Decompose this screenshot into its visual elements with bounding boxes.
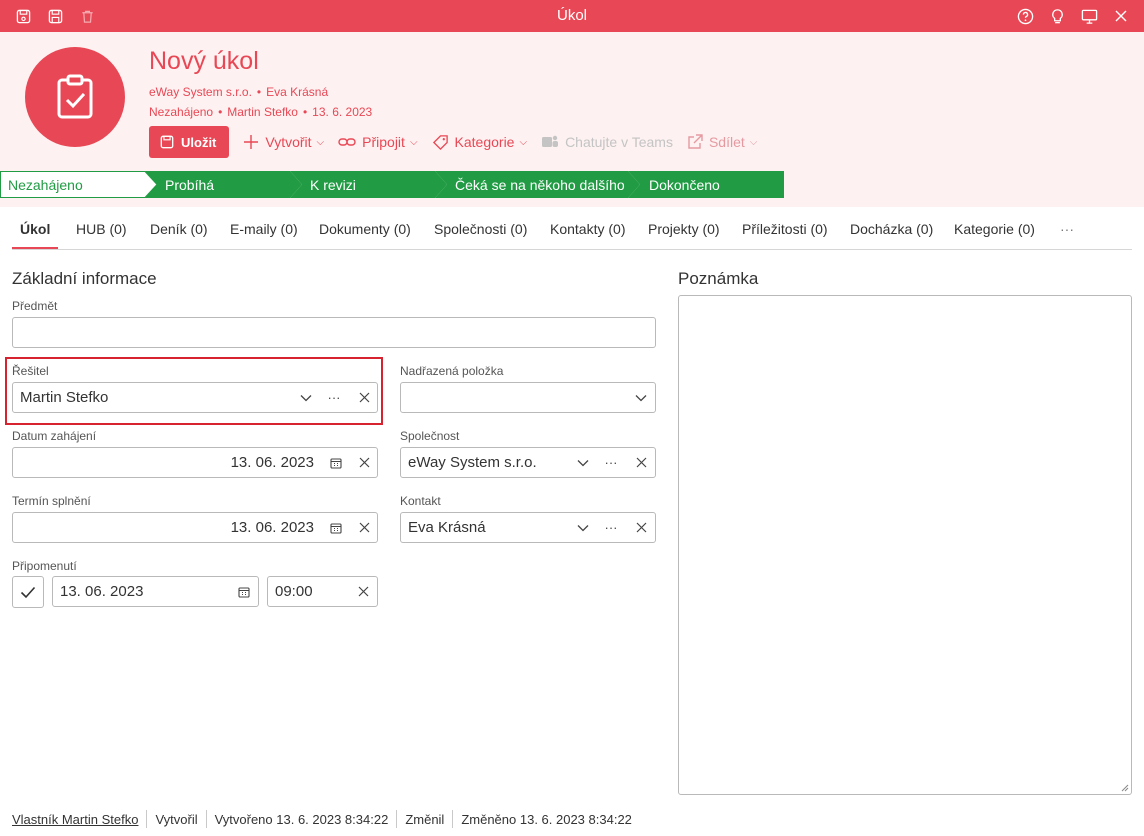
tab-contacts[interactable]: Kontakty (0) xyxy=(550,221,625,237)
parent-item-select[interactable] xyxy=(400,382,656,413)
tab-projects[interactable]: Projekty (0) xyxy=(648,221,720,237)
create-button[interactable]: Vytvořit ⌵ xyxy=(243,134,324,150)
clear-icon[interactable] xyxy=(354,513,374,542)
parent-item-label: Nadřazená položka xyxy=(400,364,504,378)
chevron-down-icon[interactable] xyxy=(573,513,593,542)
clear-icon[interactable] xyxy=(353,577,373,606)
check-icon xyxy=(20,586,36,598)
calendar-icon[interactable] xyxy=(326,448,346,477)
header-contact-link[interactable]: Eva Krásná xyxy=(266,85,328,99)
reminder-checkbox[interactable] xyxy=(12,576,44,608)
clipboard-check-icon xyxy=(25,47,125,147)
chevron-down-icon[interactable] xyxy=(296,383,316,412)
tab-more[interactable]: ··· xyxy=(1060,221,1074,237)
start-date-input[interactable]: 13. 06. 2023 xyxy=(12,447,378,478)
record-header: Nový úkol eWay System s.r.o. • Eva Krásná … xyxy=(0,32,1144,207)
contact-label: Kontakt xyxy=(400,494,441,508)
tab-journal[interactable]: Deník (0) xyxy=(150,221,208,237)
created-by: Vytvořil xyxy=(146,810,205,828)
start-date-label: Datum zahájení xyxy=(12,429,97,443)
teams-chat-button[interactable]: Chatujte v Teams xyxy=(541,134,673,150)
chevron-down-icon[interactable] xyxy=(631,383,651,412)
tab-companies[interactable]: Společnosti (0) xyxy=(434,221,527,237)
chevron-down-icon: ⌵ xyxy=(316,136,325,148)
stage-bar: Nezahájeno Probíhá K revizi Čeká se na n… xyxy=(0,171,784,198)
lightbulb-icon[interactable] xyxy=(1048,7,1066,25)
changed-at: Změněno 13. 6. 2023 8:34:22 xyxy=(452,810,640,828)
header-owner[interactable]: Martin Stefko xyxy=(227,105,298,119)
section-title-note: Poznámka xyxy=(678,269,759,288)
clear-icon[interactable] xyxy=(631,448,651,477)
record-footer: Vlastník Martin Stefko Vytvořil Vytvořen… xyxy=(12,810,640,828)
due-date-input[interactable]: 13. 06. 2023 xyxy=(12,512,378,543)
window-titlebar: Úkol xyxy=(0,0,1144,32)
header-meta-state: Nezahájeno • Martin Stefko • 13. 6. 2023 xyxy=(149,105,373,119)
tab-emails[interactable]: E-maily (0) xyxy=(230,221,298,237)
category-button[interactable]: Kategorie ⌵ xyxy=(432,134,528,151)
tag-icon xyxy=(432,134,448,150)
assignee-lookup[interactable]: Martin Stefko ··· xyxy=(12,382,378,413)
monitor-icon[interactable] xyxy=(1080,7,1098,25)
due-date-label: Termín splnění xyxy=(12,494,91,508)
reminder-label: Připomenutí xyxy=(12,559,77,573)
clear-icon[interactable] xyxy=(354,383,374,412)
teams-icon xyxy=(542,135,559,147)
owner-link[interactable]: Vlastník Martin Stefko xyxy=(12,810,146,828)
clear-icon[interactable] xyxy=(354,448,374,477)
header-company-link[interactable]: eWay System s.r.o. xyxy=(149,85,252,99)
created-at: Vytvořeno 13. 6. 2023 8:34:22 xyxy=(205,810,397,828)
tab-bar: Úkol HUB (0) Deník (0) E-maily (0) Dokum… xyxy=(0,207,1144,251)
company-lookup[interactable]: eWay System s.r.o. ··· xyxy=(400,447,656,478)
stage-review[interactable]: K revizi xyxy=(290,171,450,198)
header-state: Nezahájeno xyxy=(149,105,214,119)
tab-attendance[interactable]: Docházka (0) xyxy=(850,221,933,237)
calendar-icon[interactable] xyxy=(326,513,346,542)
action-toolbar: Uložit Vytvořit ⌵ Připojit ⌵ Kategorie ⌵ Ch… xyxy=(149,126,757,158)
plus-icon xyxy=(244,135,259,149)
chevron-down-icon: ⌵ xyxy=(749,136,758,148)
tab-hub[interactable]: HUB (0) xyxy=(76,221,127,237)
more-icon[interactable]: ··· xyxy=(324,383,344,412)
page-title: Nový úkol xyxy=(149,47,259,75)
header-meta-company: eWay System s.r.o. • Eva Krásná xyxy=(149,85,329,99)
resize-handle-icon xyxy=(1121,784,1129,792)
changed-by: Změnil xyxy=(396,810,452,828)
assignee-label: Řešitel xyxy=(12,364,49,378)
save-icon xyxy=(160,135,174,149)
chevron-down-icon: ⌵ xyxy=(409,136,418,148)
reminder-date-input[interactable]: 13. 06. 2023 xyxy=(52,576,259,607)
subject-input[interactable] xyxy=(12,317,656,348)
help-icon[interactable] xyxy=(1016,7,1034,25)
chevron-down-icon[interactable] xyxy=(573,448,593,477)
more-icon[interactable]: ··· xyxy=(601,513,621,542)
tab-divider xyxy=(12,249,1132,250)
share-icon xyxy=(688,134,703,149)
tab-opportunities[interactable]: Příležitosti (0) xyxy=(742,221,828,237)
tab-categories[interactable]: Kategorie (0) xyxy=(954,221,1035,237)
close-icon[interactable] xyxy=(1112,7,1130,25)
stage-completed[interactable]: Dokončeno xyxy=(628,171,784,198)
window-title: Úkol xyxy=(556,7,587,24)
header-date: 13. 6. 2023 xyxy=(312,105,373,119)
more-icon[interactable]: ··· xyxy=(601,448,621,477)
subject-label: Předmět xyxy=(12,299,58,313)
company-label: Společnost xyxy=(400,429,460,443)
attach-button[interactable]: Připojit ⌵ xyxy=(338,134,418,150)
section-title-basic-info: Základní informace xyxy=(12,269,157,288)
stage-in-progress[interactable]: Probíhá xyxy=(145,171,305,198)
reminder-time-input[interactable]: 09:00 xyxy=(267,576,378,607)
tab-documents[interactable]: Dokumenty (0) xyxy=(319,221,411,237)
clear-icon[interactable] xyxy=(631,513,651,542)
stage-not-started[interactable]: Nezahájeno xyxy=(0,171,160,198)
calendar-icon[interactable] xyxy=(234,577,254,606)
stage-waiting[interactable]: Čeká se na někoho dalšího xyxy=(435,171,645,198)
note-textarea[interactable] xyxy=(678,295,1132,795)
tab-task[interactable]: Úkol xyxy=(20,221,50,237)
contact-lookup[interactable]: Eva Krásná ··· xyxy=(400,512,656,543)
share-button[interactable]: Sdílet ⌵ xyxy=(687,134,757,150)
save-button[interactable]: Uložit xyxy=(149,126,230,158)
chevron-down-icon: ⌵ xyxy=(519,136,528,148)
link-icon xyxy=(338,138,356,146)
